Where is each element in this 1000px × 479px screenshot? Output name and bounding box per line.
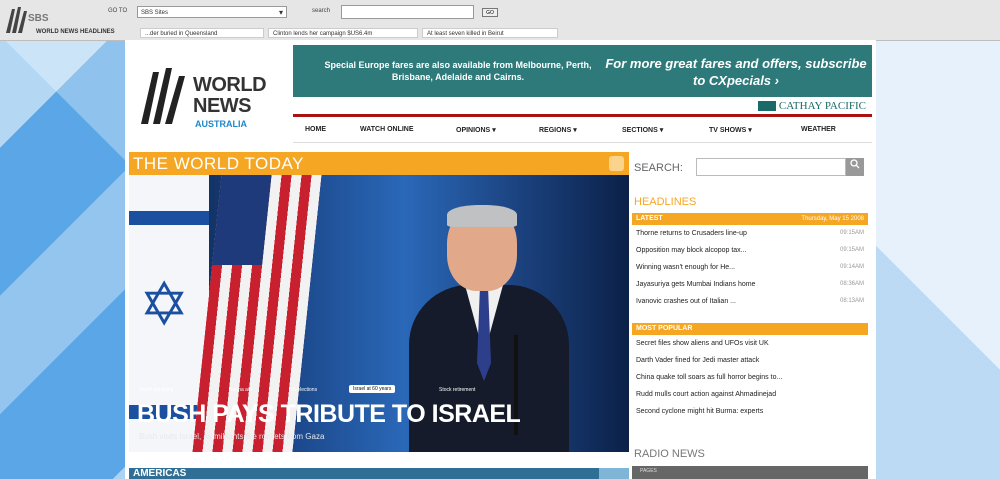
headline-ticker: WORLD NEWS HEADLINES ...der buried in Qu… (0, 25, 1000, 40)
top-search-label: search (312, 8, 331, 14)
headline-row[interactable]: Jayasuriya gets Mumbai Indians home 08:36… (632, 278, 868, 294)
go-button[interactable]: GO (482, 8, 498, 17)
search-button[interactable] (846, 158, 864, 176)
popular-row[interactable]: Rudd mulls court action against Ahmadine… (632, 388, 868, 404)
nav-item-opinions[interactable]: OPINIONS ▾ (456, 126, 496, 134)
ad-brand-strip: CATHAY PACIFIC (293, 97, 872, 117)
latest-date: Thursday, May 15 2008 (801, 216, 864, 222)
most-popular-bar: MOST POPULAR (632, 323, 868, 335)
chevron-down-icon: ▾ (492, 127, 496, 134)
logo-line-world: WORLD (193, 74, 267, 96)
rss-icon[interactable] (609, 156, 624, 171)
popular-row[interactable]: China quake toll soars as full horror be… (632, 371, 868, 387)
latest-bar: LATEST Thursday, May 15 2008 (632, 213, 868, 225)
goto-select[interactable]: SBS Sites (137, 6, 287, 19)
cathay-pacific-ad[interactable]: Special Europe fares are also available … (293, 45, 872, 117)
world-today-header: THE WORLD TODAY (129, 152, 629, 175)
ad-left-text: Special Europe fares are also available … (324, 60, 592, 82)
ticker-item[interactable]: Clinton lends her campaign $US6.4m (268, 28, 418, 38)
hero-headline[interactable]: BUSH PAYS TRIBUTE TO ISRAEL (137, 400, 521, 429)
latest-label: LATEST (636, 215, 663, 222)
right-column: SEARCH: HEADLINES LATEST Thursday, May 1… (632, 152, 870, 479)
sbs-wings-icon (141, 68, 185, 124)
logo-line-news: NEWS (193, 95, 252, 117)
top-search-input[interactable] (341, 5, 474, 19)
chevron-down-icon: ▾ (573, 127, 577, 134)
section-bar-accent (599, 468, 629, 479)
americas-title[interactable]: AMERICAS (133, 468, 186, 479)
most-popular-label: MOST POPULAR (636, 325, 693, 332)
headlines-title: HEADLINES (634, 196, 697, 208)
radio-news-bar[interactable]: PAGES (632, 466, 868, 479)
nav-item-home[interactable]: HOME (305, 126, 326, 133)
headline-row[interactable]: Thorne returns to Crusaders line-up 09:15… (632, 227, 868, 243)
nav-item-weather[interactable]: WEATHER (801, 126, 836, 133)
hero-tag-strip: Death toll rising Burma aid US elections… (129, 385, 629, 398)
goto-label: GO TO (108, 8, 128, 14)
popular-row[interactable]: Darth Vader fined for Jedi master attack (632, 354, 868, 370)
ad-brand: CATHAY PACIFIC (778, 100, 866, 112)
hero-tag-selected[interactable]: Israel at 60 years (349, 385, 396, 393)
chevron-down-icon: ▾ (659, 127, 664, 134)
nav-item-tv-shows[interactable]: TV SHOWS ▾ (709, 126, 752, 134)
cathay-logo-icon (758, 101, 776, 111)
nav-item-regions[interactable]: REGIONS ▾ (539, 126, 577, 134)
nav-item-watch-online[interactable]: WATCH ONLINE (360, 126, 414, 133)
sbs-logo-text: SBS (28, 13, 49, 24)
page-content: WORLD NEWS AUSTRALIA Special Europe fare… (125, 40, 876, 479)
radio-news-title: RADIO NEWS (634, 448, 705, 460)
hero-tag[interactable]: Stock retirement (439, 387, 475, 393)
hero-tag[interactable]: US elections (289, 387, 317, 393)
ticker-label: WORLD NEWS HEADLINES (36, 29, 115, 35)
logo-line-australia: AUSTRALIA (195, 119, 247, 129)
headline-row[interactable]: Ivanovic crashes out of Italian ... 08:13… (632, 295, 868, 311)
ticker-item[interactable]: At least seven killed in Beirut (422, 28, 558, 38)
world-news-logo[interactable]: WORLD NEWS AUSTRALIA (139, 62, 279, 132)
ticker-item[interactable]: ...der buried in Queensland (140, 28, 264, 38)
search-label: SEARCH: (634, 162, 683, 174)
hero-tag[interactable]: Burma aid (229, 387, 252, 393)
nav-item-sections[interactable]: SECTIONS ▾ (622, 126, 663, 134)
popular-row[interactable]: Second cyclone might hit Burma: experts (632, 405, 868, 421)
headline-row[interactable]: Winning wasn't enough for He... 09:14AM (632, 261, 868, 277)
ad-right-text: For more great fares and offers, subscri… (605, 56, 867, 88)
americas-section-bar: AMERICAS (129, 468, 629, 479)
chevron-down-icon: ▾ (748, 127, 752, 134)
hero-feature[interactable]: ✡ Death toll rising Burma aid US electio… (129, 175, 629, 452)
search-input[interactable] (696, 158, 846, 176)
hero-tag[interactable]: Death toll rising (139, 387, 173, 393)
main-nav: HOME WATCH ONLINE OPINIONS ▾ REGIONS ▾ S… (293, 122, 872, 143)
sbs-top-bar: SBS GO TO SBS Sites search GO WORLD NEWS… (0, 0, 1000, 41)
hero-subhead: Bush visits Israel, as militants fire ro… (139, 432, 325, 441)
magnifier-icon (850, 159, 860, 169)
headline-row[interactable]: Opposition may block alcopop tax... 09:15… (632, 244, 868, 260)
world-today-title: THE WORLD TODAY (133, 154, 304, 173)
popular-row[interactable]: Secret files show aliens and UFOs visit … (632, 337, 868, 353)
